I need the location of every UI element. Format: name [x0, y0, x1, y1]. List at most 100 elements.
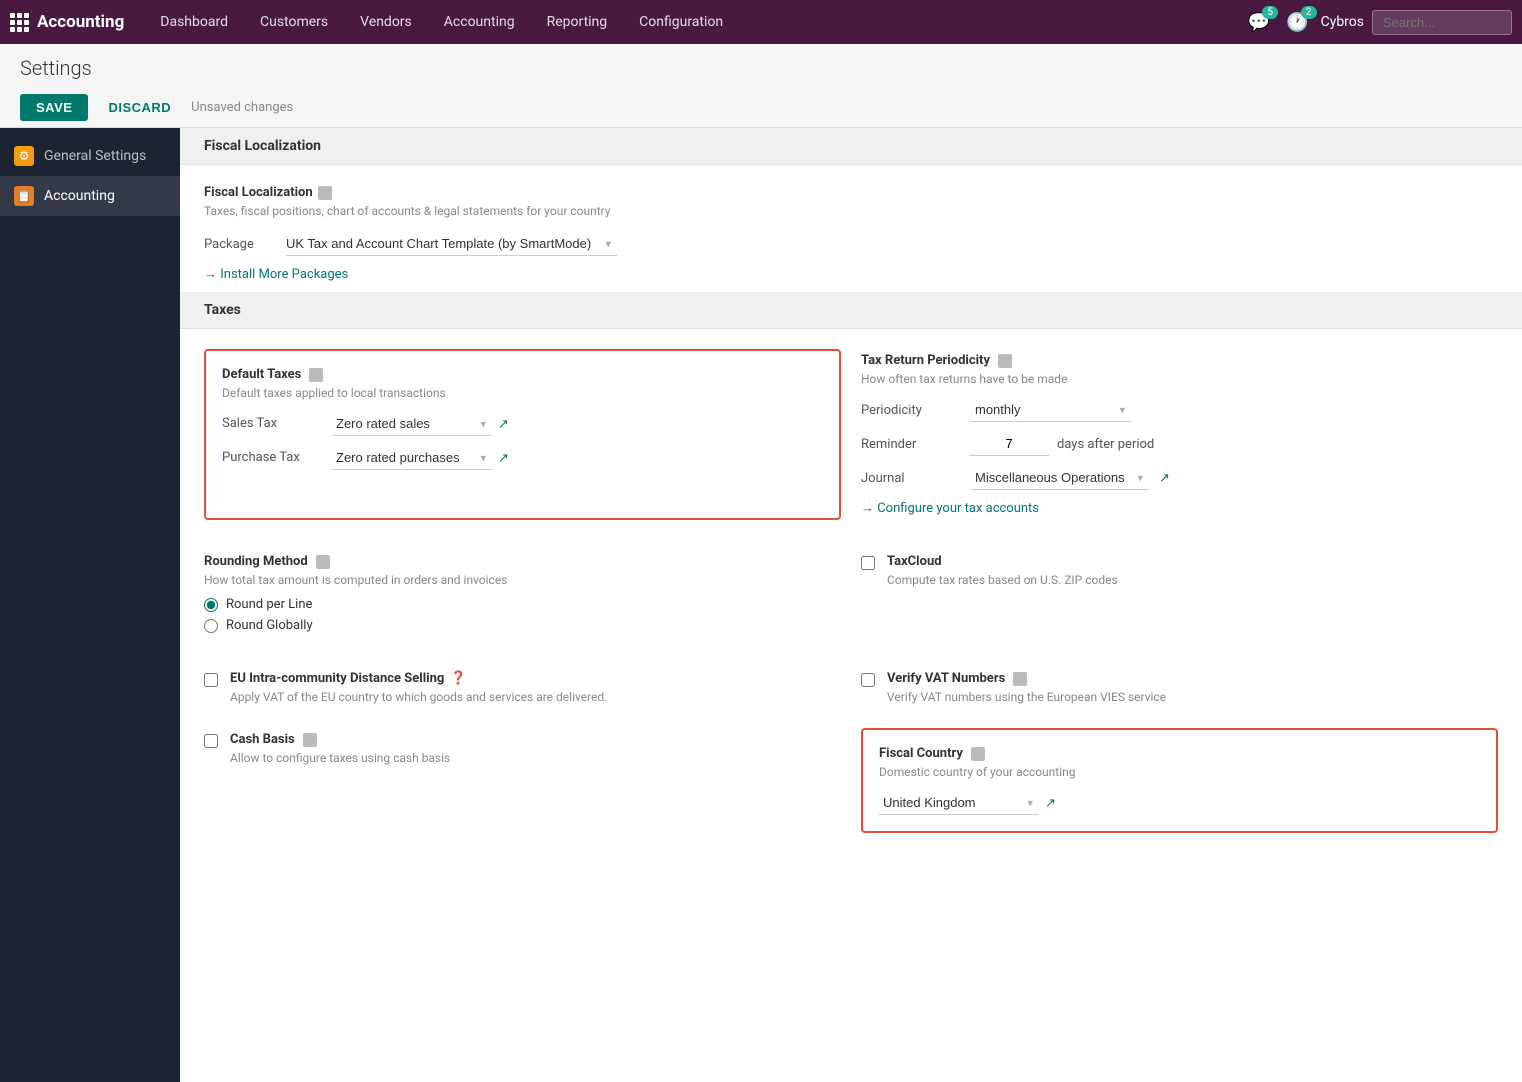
app-grid-icon[interactable]: [10, 13, 29, 32]
nav-vendors[interactable]: Vendors: [344, 0, 428, 44]
cash-basis-title: Cash Basis: [230, 732, 450, 747]
periodicity-row: Periodicity monthly: [861, 398, 1498, 422]
main-content: Fiscal Localization Fiscal Localization …: [180, 128, 1522, 1082]
eu-intra-title: EU Intra-community Distance Selling ❓: [230, 671, 607, 686]
fiscal-country-ext-link[interactable]: ↗: [1045, 796, 1056, 811]
fiscal-localization-section-header: Fiscal Localization: [180, 128, 1522, 165]
top-menu: Dashboard Customers Vendors Accounting R…: [144, 0, 1243, 44]
tax-return-icon: [998, 354, 1012, 368]
periodicity-select[interactable]: monthly: [971, 398, 1131, 422]
nav-dashboard[interactable]: Dashboard: [144, 0, 244, 44]
page-header: Settings: [0, 44, 1522, 88]
alerts-button[interactable]: 🕐 2: [1282, 8, 1312, 37]
save-button[interactable]: SAVE: [20, 94, 88, 121]
eu-intra-block: EU Intra-community Distance Selling ❓ Ap…: [204, 667, 841, 708]
cash-fiscal-row: Cash Basis Allow to configure taxes usin…: [180, 728, 1522, 853]
fiscal-country-desc: Domestic country of your accounting: [879, 765, 1480, 779]
sales-tax-label: Sales Tax: [222, 412, 322, 431]
top-navigation: Accounting Dashboard Customers Vendors A…: [0, 0, 1522, 44]
sidebar-item-accounting[interactable]: 📋 Accounting: [0, 176, 180, 216]
package-select-wrapper: UK Tax and Account Chart Template (by Sm…: [286, 232, 617, 256]
sales-tax-select[interactable]: Zero rated sales: [332, 412, 492, 436]
taxes-section-header: Taxes: [180, 292, 1522, 329]
fiscal-description: Taxes, fiscal positions, chart of accoun…: [204, 204, 1498, 218]
eu-intra-help-icon[interactable]: ❓: [450, 671, 466, 686]
taxcloud-block: TaxCloud Compute tax rates based on U.S.…: [861, 550, 1498, 637]
purchase-tax-select[interactable]: Zero rated purchases: [332, 446, 492, 470]
nav-customers[interactable]: Customers: [244, 0, 344, 44]
periodicity-label: Periodicity: [861, 403, 961, 418]
fiscal-title: Fiscal Localization: [204, 185, 1498, 200]
brand-logo[interactable]: Accounting: [10, 12, 124, 32]
package-row: Package UK Tax and Account Chart Templat…: [204, 232, 1498, 256]
topnav-right: 💬 5 🕐 2 Cybros: [1244, 8, 1512, 37]
tax-return-desc: How often tax returns have to be made: [861, 372, 1498, 386]
page-title: Settings: [20, 56, 1502, 80]
rounding-title: Rounding Method: [204, 554, 841, 569]
round-per-line-radio[interactable]: [204, 598, 218, 612]
default-taxes-title: Default Taxes: [222, 367, 823, 382]
purchase-tax-field: Zero rated purchases ↗: [332, 446, 509, 470]
sales-tax-ext-link[interactable]: ↗: [498, 417, 509, 432]
main-layout: ⚙ General Settings 📋 Accounting Fiscal L…: [0, 128, 1522, 1082]
sidebar: ⚙ General Settings 📋 Accounting: [0, 128, 180, 1082]
purchase-tax-row: Purchase Tax Zero rated purchases ↗: [222, 446, 823, 470]
cash-basis-checkbox[interactable]: [204, 734, 218, 748]
brand-name: Accounting: [37, 12, 124, 32]
journal-select[interactable]: Miscellaneous Operations: [971, 466, 1149, 490]
verify-vat-desc: Verify VAT numbers using the European VI…: [887, 690, 1166, 704]
nav-configuration[interactable]: Configuration: [623, 0, 739, 44]
reminder-row: Reminder days after period: [861, 432, 1498, 456]
purchase-tax-label: Purchase Tax: [222, 446, 322, 465]
fiscal-country-icon: [971, 747, 985, 761]
tax-return-title: Tax Return Periodicity: [861, 353, 1498, 368]
default-taxes-icon: [309, 368, 323, 382]
nav-reporting[interactable]: Reporting: [531, 0, 624, 44]
tax-return-box: Tax Return Periodicity How often tax ret…: [861, 349, 1498, 520]
eu-intra-checkbox[interactable]: [204, 673, 218, 687]
fiscal-country-select[interactable]: United Kingdom: [879, 791, 1039, 815]
eu-verifyvat-row: EU Intra-community Distance Selling ❓ Ap…: [180, 657, 1522, 728]
install-packages-link[interactable]: → Install More Packages: [204, 266, 1498, 282]
verify-vat-checkbox[interactable]: [861, 673, 875, 687]
round-per-line-option[interactable]: Round per Line: [204, 597, 841, 612]
user-menu[interactable]: Cybros: [1321, 14, 1364, 30]
taxcloud-desc: Compute tax rates based on U.S. ZIP code…: [887, 573, 1118, 587]
discard-button[interactable]: DISCARD: [98, 94, 181, 121]
messages-button[interactable]: 💬 5: [1244, 8, 1274, 37]
journal-ext-link[interactable]: ↗: [1159, 471, 1170, 486]
toolbar: SAVE DISCARD Unsaved changes: [0, 88, 1522, 128]
cash-basis-desc: Allow to configure taxes using cash basi…: [230, 751, 450, 765]
sidebar-general-label: General Settings: [44, 148, 146, 164]
sidebar-accounting-label: Accounting: [44, 188, 115, 204]
rounding-radio-group: Round per Line Round Globally: [204, 597, 841, 633]
verify-vat-block: Verify VAT Numbers Verify VAT numbers us…: [861, 667, 1498, 708]
messages-badge: 5: [1262, 6, 1278, 19]
reminder-input[interactable]: [969, 432, 1049, 456]
round-globally-radio[interactable]: [204, 619, 218, 633]
fiscal-country-box: Fiscal Country Domestic country of your …: [861, 728, 1498, 833]
configure-tax-accounts-link[interactable]: → Configure your tax accounts: [861, 500, 1498, 516]
rounding-desc: How total tax amount is computed in orde…: [204, 573, 841, 587]
nav-accounting[interactable]: Accounting: [428, 0, 531, 44]
fiscal-country-field: United Kingdom ↗: [879, 791, 1480, 815]
sidebar-item-general[interactable]: ⚙ General Settings: [0, 136, 180, 176]
alerts-badge: 2: [1301, 6, 1317, 19]
sales-tax-field: Zero rated sales ↗: [332, 412, 509, 436]
eu-intra-desc: Apply VAT of the EU country to which goo…: [230, 690, 607, 704]
default-taxes-box: Default Taxes Default taxes applied to l…: [204, 349, 841, 520]
unsaved-label: Unsaved changes: [191, 100, 293, 115]
search-input[interactable]: [1372, 10, 1512, 35]
package-label: Package: [204, 237, 274, 252]
fiscal-info-icon: [318, 186, 332, 200]
taxcloud-checkbox[interactable]: [861, 556, 875, 570]
rounding-taxcloud-row: Rounding Method How total tax amount is …: [180, 540, 1522, 657]
rounding-icon: [316, 555, 330, 569]
cash-basis-block: Cash Basis Allow to configure taxes usin…: [204, 728, 841, 833]
sales-tax-row: Sales Tax Zero rated sales ↗: [222, 412, 823, 436]
purchase-tax-ext-link[interactable]: ↗: [498, 451, 509, 466]
fiscal-localization-body: Fiscal Localization Taxes, fiscal positi…: [180, 165, 1522, 292]
verify-vat-icon: [1013, 672, 1027, 686]
round-globally-option[interactable]: Round Globally: [204, 618, 841, 633]
package-select[interactable]: UK Tax and Account Chart Template (by Sm…: [286, 232, 617, 256]
